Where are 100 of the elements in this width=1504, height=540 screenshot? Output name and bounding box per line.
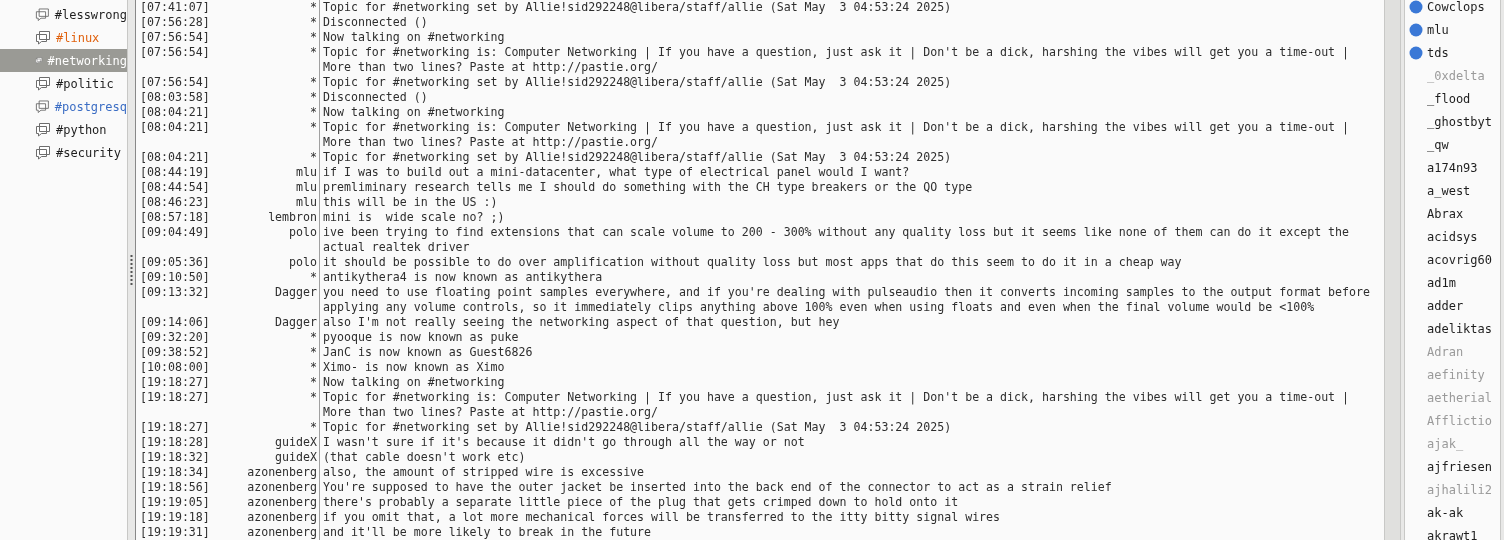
speech-bubble-icon — [35, 76, 51, 91]
channel-item[interactable]: #lesswrong — [0, 3, 127, 26]
nickname: azonenberg — [240, 510, 320, 525]
user-name[interactable]: adeliktas — [1427, 321, 1493, 336]
nickname: * — [240, 15, 320, 30]
nickname: * — [240, 330, 320, 345]
message-text: Topic for #networking is: Computer Networking | If you have a question, just ask it | Don't be a dick, harshing the vibes will get you a time-out | More than two lines? Paste at http://pastie.org/ — [322, 390, 1351, 420]
message-text: Topic for #networking set by Allie!sid292248@libera/staff/allie (Sat May 3 04:53:24 2025) — [322, 420, 953, 435]
timestamp: [19:18:27] — [139, 390, 211, 406]
timestamp: [09:04:49] — [139, 225, 211, 241]
timestamp: [09:05:36] — [139, 255, 211, 270]
user-name[interactable]: acidsys — [1427, 229, 1478, 244]
speech-bubble-icon — [35, 122, 51, 137]
user-name[interactable]: mlu — [1427, 22, 1449, 37]
user-name[interactable]: Cowclops — [1427, 0, 1485, 14]
timestamp: [07:56:28] — [139, 15, 211, 30]
channel-item[interactable]: #politic — [0, 72, 127, 95]
timestamp: [08:03:58] — [139, 90, 211, 105]
nickname: lembron — [240, 210, 320, 225]
message-text: there's probably a separate little piece of the plug that gets crimped down to hold onto it — [322, 495, 960, 510]
user-name[interactable]: adder — [1427, 298, 1464, 313]
nickname: polo — [240, 225, 320, 255]
timestamp: [09:10:50] — [139, 270, 211, 285]
nickname: Dagger — [240, 285, 320, 315]
timestamp: [07:56:54] — [139, 45, 211, 61]
timestamp: [19:18:28] — [139, 435, 211, 450]
nickname: guideX — [240, 435, 320, 450]
timestamp: [08:04:21] — [139, 150, 211, 165]
user-name[interactable]: _qw — [1427, 137, 1449, 152]
user-name[interactable]: acovrig60 — [1427, 252, 1493, 267]
timestamp: [09:13:32] — [139, 285, 211, 301]
nickname: azonenberg — [240, 525, 320, 540]
message-text: premliminary research tells me I should do something with the CH type breakers or the QO type — [322, 180, 974, 195]
nickname: azonenberg — [240, 465, 320, 480]
timestamp: [08:46:23] — [139, 195, 211, 210]
message-text: if you omit that, a lot more mechanical forces will be transferred to the itty bitty signal wires — [322, 510, 1002, 525]
user-name[interactable]: Abrax — [1427, 206, 1464, 221]
user-name[interactable]: a174n93 — [1427, 160, 1478, 175]
message-text: pyooque is now known as puke — [322, 330, 520, 345]
message-text: I wasn't sure if it's because it didn't go through all the way or not — [322, 435, 806, 450]
channel-item[interactable]: #security — [0, 141, 127, 164]
nickname: mlu — [240, 165, 320, 180]
timestamp: [08:44:19] — [139, 165, 211, 180]
message-text: if I was to build out a mini-datacenter, what type of electrical panel would I want? — [322, 165, 911, 180]
message-text: Topic for #networking set by Allie!sid292248@libera/staff/allie (Sat May 3 04:53:24 2025) — [322, 0, 953, 15]
speech-bubble-icon — [35, 99, 50, 114]
timestamp: [09:14:06] — [139, 315, 211, 330]
user-name[interactable]: akrawt1 — [1427, 528, 1478, 540]
nickname: * — [240, 390, 320, 420]
timestamp: [19:18:34] — [139, 465, 211, 480]
message-text: Topic for #networking is: Computer Networking | If you have a question, just ask it | Don't be a dick, harshing the vibes will get you a time-out | More than two lines? Paste at http://pastie.org/ — [322, 120, 1351, 150]
user-name[interactable]: ad1m — [1427, 275, 1456, 290]
message-text: (that cable doesn't work etc) — [322, 450, 527, 465]
nickname: * — [240, 90, 320, 105]
user-name[interactable]: _flood — [1427, 91, 1471, 106]
user-name[interactable]: a_west — [1427, 183, 1471, 198]
message-text: Disconnected () — [322, 15, 429, 30]
nickname: * — [240, 0, 320, 15]
timestamp: [19:19:05] — [139, 495, 211, 510]
message-text: You're supposed to have the outer jacket be inserted into the back end of the connector to act as a strain relief — [322, 480, 1113, 495]
timestamp: [07:56:54] — [139, 30, 211, 45]
user-name[interactable]: ajfriesen — [1427, 459, 1493, 474]
timestamp: [08:44:54] — [139, 180, 211, 195]
timestamp: [08:04:21] — [139, 120, 211, 136]
pane-grip-icon[interactable] — [130, 254, 133, 286]
timestamp: [07:41:07] — [139, 0, 211, 15]
nickname: mlu — [240, 195, 320, 210]
timestamp: [19:18:27] — [139, 420, 211, 435]
message-text: Topic for #networking set by Allie!sid292248@libera/staff/allie (Sat May 3 04:53:24 2025) — [322, 150, 953, 165]
nickname: * — [240, 30, 320, 45]
user-name[interactable]: ak-ak — [1427, 505, 1464, 520]
nickname: * — [240, 420, 320, 435]
speech-bubble-icon — [35, 7, 50, 22]
nickname: Dagger — [240, 315, 320, 330]
timestamp: [19:18:56] — [139, 480, 211, 495]
speech-bubble-icon — [35, 30, 51, 45]
nickname: * — [240, 105, 320, 120]
timestamp: [19:18:27] — [139, 375, 211, 390]
nickname: azonenberg — [240, 480, 320, 495]
user-name[interactable]: tds — [1427, 45, 1449, 60]
message-text: also I'm not really seeing the networking aspect of that question, but hey — [322, 315, 841, 330]
nickname: * — [240, 345, 320, 360]
timestamp: [19:19:31] — [139, 525, 211, 540]
nickname: mlu — [240, 180, 320, 195]
timestamp: [09:38:52] — [139, 345, 211, 360]
message-text: this will be in the US :) — [322, 195, 499, 210]
message-text: Topic for #networking is: Computer Networking | If you have a question, just ask it | Don't be a dick, harshing the vibes will get you a time-out | More than two lines? Paste at http://pastie.org/ — [322, 45, 1351, 75]
timestamp: [19:18:32] — [139, 450, 211, 465]
user-name[interactable]: _ghostbyt — [1427, 114, 1493, 129]
message-text: JanC is now known as Guest6826 — [322, 345, 534, 360]
message-text: Now talking on #networking — [322, 375, 506, 390]
message-text: Now talking on #networking — [322, 105, 506, 120]
channel-item[interactable]: #python — [0, 118, 127, 141]
nickname: * — [240, 45, 320, 75]
message-text: and it'll be more likely to break in the future — [322, 525, 653, 540]
timestamp: [07:56:54] — [139, 75, 211, 90]
speech-bubble-icon — [35, 145, 51, 160]
timestamp: [09:32:20] — [139, 330, 211, 345]
channel-item[interactable]: #postgresq — [0, 95, 127, 118]
message-text: Now talking on #networking — [322, 30, 506, 45]
